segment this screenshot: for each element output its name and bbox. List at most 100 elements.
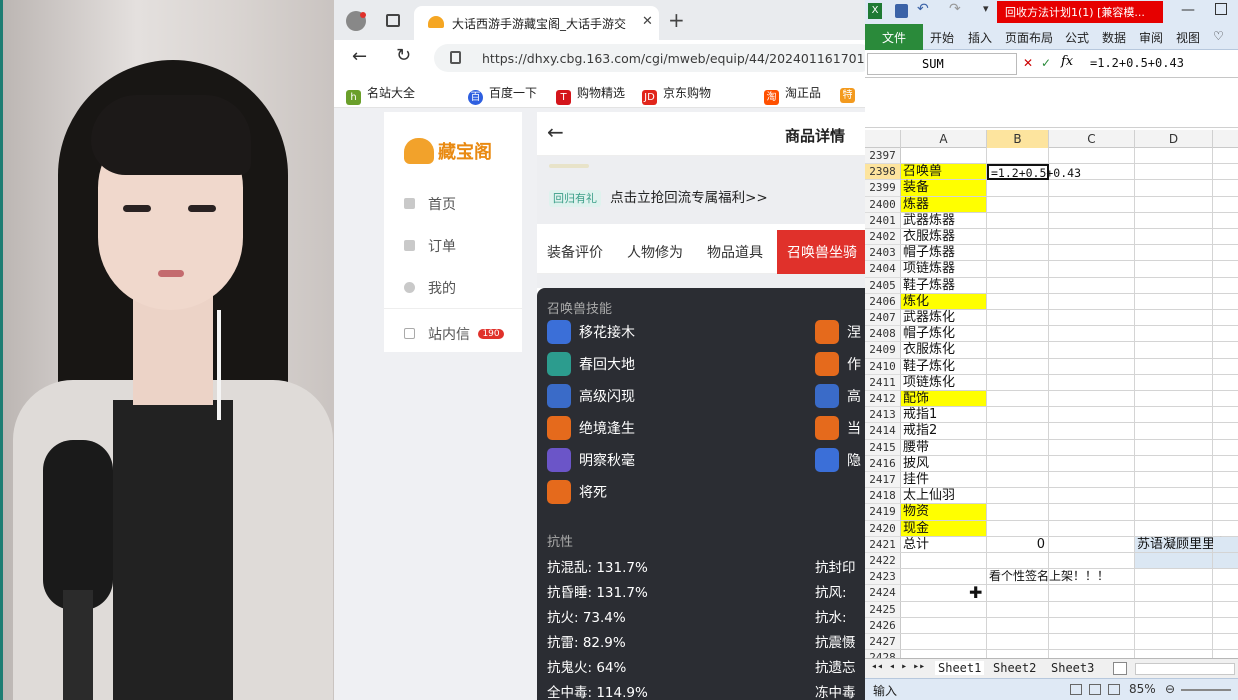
cell[interactable] xyxy=(987,180,1049,197)
row-header[interactable]: 2403 xyxy=(865,245,901,262)
cell[interactable] xyxy=(987,520,1049,537)
cell[interactable] xyxy=(1213,229,1238,246)
ribbon-collapse-icon[interactable]: ♡ xyxy=(1213,29,1224,43)
pet-skill-item[interactable]: 高 xyxy=(815,384,861,408)
customize-qat-icon[interactable]: ▾ xyxy=(983,2,989,15)
cell[interactable]: 看个性签名上架！！！ xyxy=(987,569,1109,586)
row-header[interactable]: 2404 xyxy=(865,261,901,278)
cell[interactable] xyxy=(1135,439,1213,456)
cell[interactable] xyxy=(1213,294,1238,310)
cell[interactable] xyxy=(987,617,1049,634)
cell[interactable] xyxy=(1213,536,1238,553)
cell[interactable] xyxy=(1049,439,1135,456)
promo-banner[interactable]: 回归有礼 点击立抢回流专属福利>> xyxy=(549,186,768,207)
pet-skill-item[interactable]: 作 xyxy=(815,352,861,376)
cell[interactable] xyxy=(987,553,1049,570)
cell[interactable] xyxy=(1213,521,1238,537)
cell[interactable]: 0 xyxy=(987,536,1049,553)
tab-file[interactable]: 文件 xyxy=(865,24,923,50)
cell[interactable]: 项链炼化 xyxy=(901,374,987,391)
pet-skill-item[interactable]: 涅 xyxy=(815,320,861,344)
cell[interactable] xyxy=(1135,423,1213,440)
row-header[interactable]: 2413 xyxy=(865,407,901,424)
cell[interactable] xyxy=(1049,277,1135,294)
cell[interactable] xyxy=(1135,310,1213,327)
sidebar-item-messages[interactable]: 站内信 190 xyxy=(404,324,504,344)
cell[interactable]: 太上仙羽 xyxy=(901,488,987,505)
cell[interactable] xyxy=(1049,601,1135,618)
insert-sheet-icon[interactable] xyxy=(1113,662,1127,675)
address-bar[interactable]: https://dhxy.cbg.163.com/cgi/mweb/equip/… xyxy=(434,44,865,72)
cell[interactable] xyxy=(1213,456,1238,472)
cell[interactable]: 腰带 xyxy=(901,439,987,456)
cell[interactable]: 总计 xyxy=(901,536,987,553)
cell[interactable] xyxy=(1049,229,1135,246)
tab-character-cultivation[interactable]: 人物修为 xyxy=(627,242,683,262)
cell[interactable]: 挂件 xyxy=(901,472,987,489)
cell[interactable] xyxy=(1213,569,1238,586)
bookmark-item[interactable]: 淘淘正品 xyxy=(764,76,821,108)
cell[interactable]: 苏语凝顾里里专业 xyxy=(1135,536,1238,553)
cell[interactable] xyxy=(1049,180,1135,197)
cell[interactable] xyxy=(1135,277,1213,294)
cell[interactable] xyxy=(987,196,1049,213)
row-header[interactable]: 2427 xyxy=(865,634,901,651)
cell[interactable] xyxy=(1135,261,1213,278)
cell[interactable] xyxy=(1213,440,1238,456)
cell[interactable] xyxy=(1213,278,1238,294)
tab-actions-icon[interactable] xyxy=(386,14,400,27)
cell[interactable] xyxy=(987,391,1049,408)
bookmark-item[interactable]: h 名站大全 xyxy=(346,76,415,108)
cell[interactable] xyxy=(1049,585,1135,602)
cell[interactable] xyxy=(1135,553,1213,570)
pet-skill-item[interactable]: 隐 xyxy=(815,448,861,472)
cell[interactable] xyxy=(1135,164,1213,181)
row-header[interactable]: 2417 xyxy=(865,472,901,489)
cell[interactable] xyxy=(987,634,1049,651)
name-box[interactable]: SUM xyxy=(867,53,1017,75)
cell[interactable] xyxy=(987,148,1049,165)
row-header[interactable]: 2426 xyxy=(865,617,901,634)
cell[interactable] xyxy=(1135,488,1213,505)
redo-icon[interactable]: ↷ xyxy=(949,1,961,17)
cell[interactable]: 炼化 xyxy=(901,293,987,310)
pet-skill-item[interactable]: 明察秋毫 xyxy=(547,448,635,472)
back-arrow-icon[interactable]: ← xyxy=(547,120,564,144)
cell[interactable] xyxy=(987,407,1049,424)
cell[interactable] xyxy=(1213,602,1238,618)
cell[interactable] xyxy=(987,488,1049,505)
cell[interactable]: 武器炼器 xyxy=(901,212,987,229)
new-tab-icon[interactable]: + xyxy=(668,8,685,32)
function-icon[interactable]: fx xyxy=(1061,54,1073,69)
row-header[interactable]: 2416 xyxy=(865,455,901,472)
cell[interactable] xyxy=(1049,423,1135,440)
row-header[interactable]: 2405 xyxy=(865,277,901,294)
cell[interactable] xyxy=(1213,585,1238,602)
cell[interactable]: 帽子炼器 xyxy=(901,245,987,262)
cell[interactable]: 物资 xyxy=(901,504,987,521)
column-header-d[interactable]: D xyxy=(1135,130,1213,148)
tab-pets-mounts[interactable]: 召唤兽坐骑 xyxy=(777,230,865,274)
cell[interactable] xyxy=(1049,164,1135,181)
cell[interactable] xyxy=(987,245,1049,262)
cell[interactable] xyxy=(1135,472,1213,489)
row-header[interactable]: 2412 xyxy=(865,391,901,408)
cell[interactable] xyxy=(1135,504,1213,521)
cell[interactable] xyxy=(1213,180,1238,197)
cell[interactable] xyxy=(1135,342,1213,359)
cell[interactable] xyxy=(901,553,987,570)
cell[interactable] xyxy=(1213,197,1238,213)
cell[interactable] xyxy=(1049,374,1135,391)
cell[interactable]: 衣服炼器 xyxy=(901,229,987,246)
enter-icon[interactable]: ✓ xyxy=(1041,56,1051,70)
cell[interactable]: 戒指1 xyxy=(901,407,987,424)
cell[interactable] xyxy=(1135,196,1213,213)
row-header[interactable]: 2418 xyxy=(865,488,901,505)
active-cell[interactable]: =1.2+0.5+0.43 xyxy=(987,164,1081,181)
cell[interactable]: 配饰 xyxy=(901,391,987,408)
cell[interactable] xyxy=(901,617,987,634)
row-header[interactable]: 2398 xyxy=(865,164,901,181)
cell[interactable]: 鞋子炼化 xyxy=(901,358,987,375)
cell[interactable] xyxy=(987,342,1049,359)
cell[interactable] xyxy=(1213,407,1238,424)
